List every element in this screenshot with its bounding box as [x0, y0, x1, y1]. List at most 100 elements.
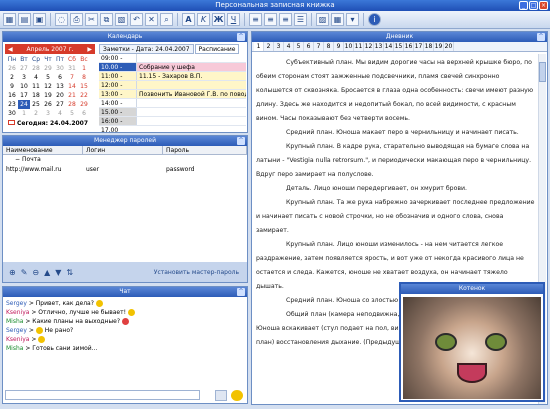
day-cell[interactable]: 30 [6, 109, 18, 118]
down-icon[interactable]: ▼ [55, 268, 61, 277]
day-cell[interactable]: 5 [42, 73, 54, 82]
tab-page[interactable]: 11 [354, 42, 364, 51]
day-cell[interactable]: 8 [78, 73, 90, 82]
tab-page[interactable]: 10 [344, 42, 354, 51]
day-cell[interactable]: 14 [66, 82, 78, 91]
master-password-button[interactable]: Установить мастер-пароль [154, 269, 239, 276]
italic-icon[interactable]: K [197, 13, 210, 26]
day-cell[interactable]: 30 [54, 64, 66, 73]
day-cell[interactable]: 28 [30, 64, 42, 73]
cut-icon[interactable]: ✂ [85, 13, 98, 26]
search-icon[interactable]: ⌕ [160, 13, 173, 26]
align-right-icon[interactable]: ≡ [279, 13, 292, 26]
chat-input[interactable] [5, 390, 200, 400]
day-cell[interactable]: 3 [42, 109, 54, 118]
next-month-icon[interactable]: ▶ [87, 46, 92, 53]
color-icon[interactable]: ▾ [346, 13, 359, 26]
schedule-row[interactable]: 12:00 - 13:00 [99, 81, 246, 98]
remove-icon[interactable]: ⊖ [32, 268, 39, 277]
schedule-row[interactable]: 10.00 - 11.00Собрание у шефа [99, 63, 246, 80]
day-cell[interactable]: 2 [6, 73, 18, 82]
schedule-row[interactable]: 15.00 - 16.00 [99, 108, 246, 125]
paste-icon[interactable]: ▧ [115, 13, 128, 26]
tab-page[interactable]: 6 [304, 42, 314, 51]
table-icon[interactable]: ▦ [331, 13, 344, 26]
tab-page[interactable]: 18 [424, 42, 434, 51]
day-cell[interactable]: 4 [54, 109, 66, 118]
password-icon[interactable]: ▣ [33, 13, 46, 26]
close-button[interactable]: × [539, 1, 548, 10]
day-cell[interactable]: 7 [66, 73, 78, 82]
day-cell[interactable]: 23 [6, 100, 18, 109]
day-cell[interactable]: 19 [42, 91, 54, 100]
day-cell[interactable]: 25 [30, 100, 42, 109]
tab-page[interactable]: 2 [264, 42, 274, 51]
day-cell[interactable]: 31 [66, 64, 78, 73]
list-icon[interactable]: ☰ [294, 13, 307, 26]
day-cell[interactable]: 27 [54, 100, 66, 109]
day-cell[interactable]: 26 [42, 100, 54, 109]
notes-icon[interactable]: ▤ [18, 13, 31, 26]
print-icon[interactable]: ⎙ [70, 13, 83, 26]
day-cell[interactable]: 3 [18, 73, 30, 82]
tab-page[interactable]: 3 [274, 42, 284, 51]
tab-page[interactable]: 13 [374, 42, 384, 51]
day-cell[interactable]: 27 [18, 64, 30, 73]
send-button[interactable] [231, 390, 243, 401]
prev-month-icon[interactable]: ◀ [8, 46, 13, 53]
up-icon[interactable]: ▲ [44, 268, 50, 277]
collapse-icon[interactable]: ^ [237, 137, 245, 145]
collapse-icon[interactable]: ^ [537, 33, 545, 41]
day-cell[interactable]: 17 [18, 91, 30, 100]
day-cell[interactable]: 1 [78, 64, 90, 73]
tab-page[interactable]: 7 [314, 42, 324, 51]
tab-page[interactable]: 1 [254, 42, 264, 51]
tab-page[interactable]: 20 [444, 42, 454, 51]
day-cell[interactable]: 13 [54, 82, 66, 91]
day-cell[interactable]: 15 [78, 82, 90, 91]
day-cell[interactable]: 29 [42, 64, 54, 73]
tab-page[interactable]: 9 [334, 42, 344, 51]
day-cell[interactable]: 4 [30, 73, 42, 82]
undo-icon[interactable]: ↶ [130, 13, 143, 26]
today-label[interactable]: Сегодня: 24.04.2007 [5, 120, 95, 127]
tab-schedule[interactable]: Расписание [194, 44, 240, 54]
tab-page[interactable]: 14 [384, 42, 394, 51]
delete-icon[interactable]: ✕ [145, 13, 158, 26]
edit-icon[interactable]: ✎ [21, 268, 28, 277]
chat-icon[interactable]: ◌ [55, 13, 68, 26]
emoticon-button[interactable] [215, 390, 227, 401]
day-cell[interactable]: 5 [66, 109, 78, 118]
schedule-row[interactable]: 16:00 - 17.00 [99, 117, 246, 134]
collapse-icon[interactable]: ^ [237, 33, 245, 41]
day-cell[interactable]: 20 [54, 91, 66, 100]
calendar-view-icon[interactable]: ▦ [3, 13, 16, 26]
maximize-button[interactable]: □ [529, 1, 538, 10]
font-icon[interactable]: A [182, 13, 195, 26]
tab-page[interactable]: 5 [294, 42, 304, 51]
group-row[interactable]: − Почта [3, 155, 247, 165]
tab-page[interactable]: 12 [364, 42, 374, 51]
tab-page[interactable]: 15 [394, 42, 404, 51]
day-cell[interactable]: 29 [78, 100, 90, 109]
tab-page[interactable]: 4 [284, 42, 294, 51]
tab-notes[interactable]: Заметки - Дата: 24.04.2007 [99, 44, 194, 54]
day-cell[interactable]: 10 [18, 82, 30, 91]
schedule-row[interactable]: 11:00 - 12.0011.15 - Захаров В.П. [99, 72, 246, 89]
day-cell[interactable]: 24 [18, 100, 30, 109]
day-cell[interactable]: 12 [42, 82, 54, 91]
day-cell[interactable]: 2 [30, 109, 42, 118]
add-icon[interactable]: ⊕ [9, 268, 16, 277]
month-label[interactable]: Апрель 2007 г. [26, 46, 73, 53]
align-left-icon[interactable]: ≡ [249, 13, 262, 26]
day-cell[interactable]: 28 [66, 100, 78, 109]
underline-icon[interactable]: Ч [227, 13, 240, 26]
schedule-row[interactable]: 09:00 - 10.00 [99, 54, 246, 71]
day-cell[interactable]: 9 [6, 82, 18, 91]
schedule-row[interactable]: 14:00 - 15.00 [99, 99, 246, 116]
table-row[interactable]: http://www.mail.ru user password [3, 165, 247, 175]
day-cell[interactable]: 18 [30, 91, 42, 100]
image-icon[interactable]: ▨ [316, 13, 329, 26]
tab-page[interactable]: 19 [434, 42, 444, 51]
day-cell[interactable]: 11 [30, 82, 42, 91]
